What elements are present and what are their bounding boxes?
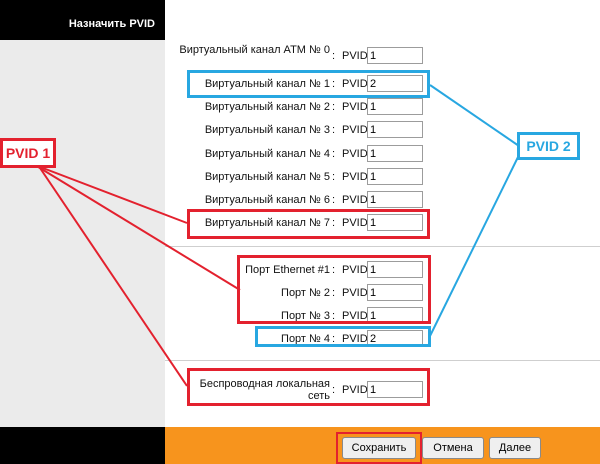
pvid1-highlight-channel-7 (187, 209, 430, 239)
pvid1-tag: PVID 1 (0, 138, 56, 168)
pvid2-tag: PVID 2 (517, 132, 580, 160)
pvid2-highlight-channel-1 (187, 70, 430, 98)
pvid1-highlight-wireless (187, 368, 430, 406)
pvid1-highlight-ports (237, 255, 431, 324)
pvid2-highlight-port-4 (255, 326, 431, 347)
pvid2-line (429, 154, 520, 337)
pvid1-line (37, 164, 188, 387)
pvid2-line (429, 84, 520, 147)
